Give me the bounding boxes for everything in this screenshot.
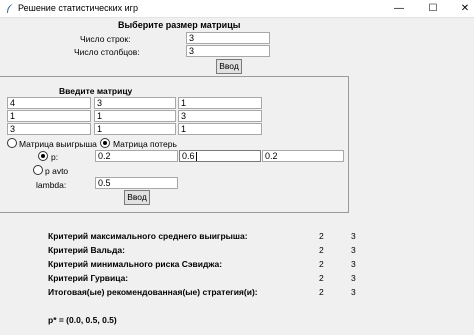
radio-loss-matrix[interactable] <box>100 138 110 148</box>
result-label-savage: Критерий минимального риска Сэвиджа: <box>48 259 223 269</box>
feather-icon <box>7 4 13 13</box>
minimize-button[interactable]: — <box>384 0 414 17</box>
result-label-wald: Критерий Вальда: <box>48 245 125 255</box>
radio-gain-label: Матрица выигрыша <box>19 139 97 149</box>
matrix-cell-0-2[interactable]: 1 <box>178 97 262 109</box>
p-input-2[interactable]: 0.6 <box>179 150 261 162</box>
matrix-cell-1-2[interactable]: 3 <box>178 110 262 122</box>
rows-input[interactable]: 3 <box>186 32 270 44</box>
cols-input[interactable]: 3 <box>186 45 270 57</box>
radio-p-manual[interactable] <box>38 151 48 161</box>
matrix-cell-2-1[interactable]: 1 <box>94 123 176 135</box>
text-cursor <box>195 152 197 161</box>
p-input-1[interactable]: 0.2 <box>95 150 178 162</box>
matrix-cell-1-0[interactable]: 1 <box>7 110 91 122</box>
radio-selected-dot <box>41 154 45 158</box>
p-input-3[interactable]: 0.2 <box>262 150 344 162</box>
rows-label: Число строк: <box>80 34 131 44</box>
radio-selected-dot <box>103 141 107 145</box>
p-auto-label: p avto <box>45 166 69 176</box>
result-value-savage-2: 3 <box>351 259 356 269</box>
p-star-result: p* = (0.0, 0.5, 0.5) <box>48 315 117 325</box>
result-label-final: Итоговая(ые) рекомендованная(ые) стратег… <box>48 287 258 297</box>
radio-loss-label: Матрица потерь <box>113 139 177 149</box>
result-label-max-mean: Критерий максимального среднего выигрыша… <box>48 231 248 241</box>
matrix-heading: Введите матрицу <box>59 86 133 96</box>
result-value-final-2: 3 <box>351 287 356 297</box>
window-title: Решение статистических игр <box>18 3 138 13</box>
result-value-max-mean-1: 2 <box>319 231 324 241</box>
p-label: p: <box>51 152 59 162</box>
title-bar[interactable]: Решение статистических игр — ☐ ✕ <box>0 0 474 18</box>
cols-label: Число столбцов: <box>74 47 140 57</box>
result-value-wald-1: 2 <box>319 245 324 255</box>
result-label-hurwicz: Критерий Гурвица: <box>48 273 129 283</box>
close-button[interactable]: ✕ <box>450 0 474 17</box>
maximize-button[interactable]: ☐ <box>418 0 448 17</box>
radio-gain-matrix[interactable] <box>7 138 17 148</box>
result-value-savage-1: 2 <box>319 259 324 269</box>
size-submit-button[interactable]: Ввод <box>216 59 242 74</box>
matrix-cell-1-1[interactable]: 1 <box>94 110 176 122</box>
lambda-label: lambda: <box>36 180 67 190</box>
result-value-max-mean-2: 3 <box>351 231 356 241</box>
result-value-wald-2: 3 <box>351 245 356 255</box>
matrix-cell-0-0[interactable]: 4 <box>7 97 91 109</box>
size-heading: Выберите размер матрицы <box>118 20 241 30</box>
radio-p-auto[interactable] <box>33 165 43 175</box>
matrix-cell-2-2[interactable]: 1 <box>178 123 262 135</box>
result-value-hurwicz-2: 3 <box>351 273 356 283</box>
matrix-cell-2-0[interactable]: 3 <box>7 123 91 135</box>
result-value-hurwicz-1: 2 <box>319 273 324 283</box>
matrix-submit-button[interactable]: Ввод <box>124 190 150 205</box>
lambda-input[interactable]: 0.5 <box>95 177 178 189</box>
p-input-2-text: 0.6 <box>182 151 195 161</box>
matrix-cell-0-1[interactable]: 3 <box>94 97 176 109</box>
result-value-final-1: 2 <box>319 287 324 297</box>
